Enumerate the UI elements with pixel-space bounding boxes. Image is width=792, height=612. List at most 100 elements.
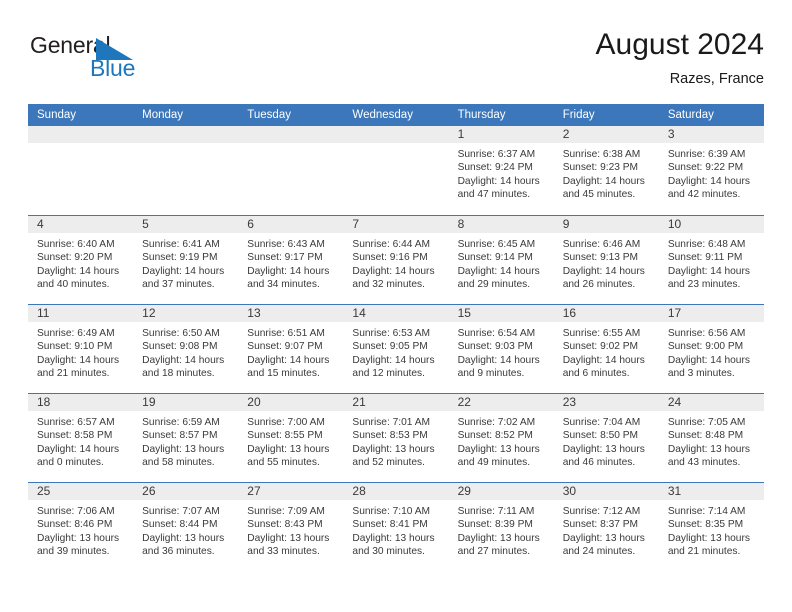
calendar-day-cell[interactable]: 24 Sunrise: 7:05 AM Sunset: 8:48 PM Dayligh… (658, 394, 764, 482)
calendar-day-cell[interactable]: 3 Sunrise: 6:39 AM Sunset: 9:22 PM Daylight… (658, 126, 764, 215)
day-number: 18 (37, 395, 51, 409)
daylight-duration-line1: Daylight: 14 hours (352, 354, 435, 366)
sunrise-time: Sunrise: 6:51 AM (247, 328, 325, 339)
sunrise-time: Sunrise: 7:02 AM (457, 417, 536, 428)
calendar-day-cell[interactable]: 12 Sunrise: 6:50 AM Sunset: 9:08 PM Dayligh… (133, 305, 239, 393)
day-number-band: 13 (238, 305, 344, 322)
day-number-band: 4 (28, 216, 134, 233)
day-details: Sunrise: 7:11 AM Sunset: 8:39 PM Daylight:… (449, 500, 554, 559)
calendar-day-cell[interactable]: 16 Sunrise: 6:55 AM Sunset: 9:02 PM Dayligh… (553, 305, 659, 393)
calendar-day-cell[interactable]: 17 Sunrise: 6:56 AM Sunset: 9:00 PM Dayligh… (658, 305, 764, 393)
day-number: 29 (457, 484, 471, 498)
calendar-day-cell[interactable]: 9 Sunrise: 6:46 AM Sunset: 9:13 PM Daylight… (553, 216, 659, 304)
daylight-duration-line2: and 47 minutes. (457, 189, 531, 201)
calendar-day-cell[interactable]: 13 Sunrise: 6:51 AM Sunset: 9:07 PM Dayligh… (238, 305, 344, 393)
calendar-day-cell[interactable]: 26 Sunrise: 7:07 AM Sunset: 8:44 PM Dayligh… (133, 483, 239, 571)
day-details: Sunrise: 7:06 AM Sunset: 8:46 PM Daylight:… (28, 500, 133, 559)
location-subtitle: Razes, France (669, 71, 764, 87)
calendar-day-cell[interactable]: 1 Sunrise: 6:37 AM Sunset: 9:24 PM Daylight… (448, 126, 554, 215)
sunset-time: Sunset: 9:13 PM (562, 252, 639, 264)
sunset-time: Sunset: 9:19 PM (142, 252, 218, 264)
daylight-duration-line1: Daylight: 14 hours (37, 265, 120, 277)
calendar-day-cell[interactable]: 28 Sunrise: 7:10 AM Sunset: 8:41 PM Dayligh… (343, 483, 449, 571)
sunrise-time: Sunrise: 6:43 AM (247, 239, 325, 250)
calendar-day-cell[interactable]: 2 Sunrise: 6:38 AM Sunset: 9:23 PM Daylight… (553, 126, 659, 215)
sunset-time: Sunset: 8:37 PM (562, 519, 639, 531)
weekday-header-row: Sunday Monday Tuesday Wednesday Thursday… (28, 104, 764, 126)
calendar-day-cell[interactable]: 31 Sunrise: 7:14 AM Sunset: 8:35 PM Dayligh… (658, 483, 764, 571)
sunrise-time: Sunrise: 6:56 AM (667, 328, 746, 339)
calendar-page: General Blue August 2024 Razes, France S… (0, 0, 792, 612)
day-details: Sunrise: 6:46 AM Sunset: 9:13 PM Daylight:… (554, 233, 659, 292)
calendar-day-cell[interactable]: 27 Sunrise: 7:09 AM Sunset: 8:43 PM Dayligh… (238, 483, 344, 571)
sunrise-time: Sunrise: 6:59 AM (142, 417, 220, 428)
calendar-day-cell[interactable]: 14 Sunrise: 6:53 AM Sunset: 9:05 PM Dayligh… (343, 305, 449, 393)
calendar-day-cell[interactable]: 4 Sunrise: 6:40 AM Sunset: 9:20 PM Daylight… (28, 216, 134, 304)
sunrise-time: Sunrise: 7:07 AM (142, 506, 220, 517)
calendar-day-cell[interactable]: 15 Sunrise: 6:54 AM Sunset: 9:03 PM Dayligh… (448, 305, 554, 393)
calendar-day-cell[interactable]: 21 Sunrise: 7:01 AM Sunset: 8:53 PM Dayligh… (343, 394, 449, 482)
day-details: Sunrise: 7:00 AM Sunset: 8:55 PM Daylight:… (238, 411, 343, 470)
day-number: 30 (562, 484, 577, 498)
calendar-week-row: 4 Sunrise: 6:40 AM Sunset: 9:20 PM Daylight… (28, 215, 764, 304)
day-number: 21 (352, 395, 366, 409)
day-details (343, 143, 448, 148)
daylight-duration-line1: Daylight: 13 hours (247, 532, 330, 544)
sunset-time: Sunset: 8:58 PM (37, 430, 113, 442)
sunrise-time: Sunrise: 6:57 AM (37, 417, 115, 428)
calendar-day-cell[interactable]: 25 Sunrise: 7:06 AM Sunset: 8:46 PM Dayligh… (28, 483, 134, 571)
sunset-time: Sunset: 8:50 PM (562, 430, 639, 442)
daylight-duration-line2: and 39 minutes. (37, 546, 110, 558)
sunrise-time: Sunrise: 7:05 AM (667, 417, 746, 428)
calendar-day-cell[interactable]: 29 Sunrise: 7:11 AM Sunset: 8:39 PM Dayligh… (448, 483, 554, 571)
daylight-duration-line1: Daylight: 14 hours (667, 265, 750, 277)
daylight-duration-line2: and 29 minutes. (457, 279, 531, 291)
calendar-day-cell[interactable]: 18 Sunrise: 6:57 AM Sunset: 8:58 PM Dayligh… (28, 394, 134, 482)
sunset-time: Sunset: 9:07 PM (247, 341, 323, 353)
day-number-band: 8 (448, 216, 554, 233)
day-details: Sunrise: 6:49 AM Sunset: 9:10 PM Daylight:… (28, 322, 133, 381)
day-details: Sunrise: 6:59 AM Sunset: 8:57 PM Daylight:… (133, 411, 238, 470)
daylight-duration-line2: and 21 minutes. (667, 546, 741, 558)
calendar-day-cell[interactable]: 10 Sunrise: 6:48 AM Sunset: 9:11 PM Dayligh… (658, 216, 764, 304)
day-number: 2 (562, 127, 570, 141)
calendar-day-cell[interactable]: 7 Sunrise: 6:44 AM Sunset: 9:16 PM Daylight… (343, 216, 449, 304)
daylight-duration-line1: Daylight: 13 hours (142, 532, 225, 544)
calendar-day-cell[interactable]: 11 Sunrise: 6:49 AM Sunset: 9:10 PM Dayligh… (28, 305, 134, 393)
day-details: Sunrise: 7:02 AM Sunset: 8:52 PM Daylight:… (449, 411, 554, 470)
daylight-duration-line2: and 6 minutes. (562, 368, 630, 380)
calendar-day-cell[interactable]: 6 Sunrise: 6:43 AM Sunset: 9:17 PM Daylight… (238, 216, 344, 304)
calendar-day-cell[interactable]: 20 Sunrise: 7:00 AM Sunset: 8:55 PM Dayligh… (238, 394, 344, 482)
calendar-day-cell[interactable]: 30 Sunrise: 7:12 AM Sunset: 8:37 PM Dayligh… (553, 483, 659, 571)
daylight-duration-line2: and 58 minutes. (142, 457, 215, 469)
calendar-day-cell[interactable]: 22 Sunrise: 7:02 AM Sunset: 8:52 PM Dayligh… (448, 394, 554, 482)
day-number: 17 (667, 306, 682, 320)
sunset-time: Sunset: 8:55 PM (247, 430, 323, 442)
day-details (133, 143, 238, 148)
calendar-day-cell[interactable]: 5 Sunrise: 6:41 AM Sunset: 9:19 PM Daylight… (133, 216, 239, 304)
daylight-duration-line2: and 49 minutes. (457, 457, 531, 469)
day-number-band: 3 (658, 126, 764, 143)
day-details: Sunrise: 6:50 AM Sunset: 9:08 PM Daylight:… (133, 322, 238, 381)
day-number-band: 9 (553, 216, 659, 233)
day-number-band: 26 (133, 483, 239, 500)
calendar-day-cell[interactable]: 23 Sunrise: 7:04 AM Sunset: 8:50 PM Dayligh… (553, 394, 659, 482)
sunset-time: Sunset: 9:02 PM (562, 341, 639, 353)
sunrise-time: Sunrise: 6:55 AM (562, 328, 641, 339)
daylight-duration-line2: and 12 minutes. (352, 368, 425, 380)
day-number-band: 31 (658, 483, 764, 500)
daylight-duration-line1: Daylight: 14 hours (352, 265, 435, 277)
sunrise-time: Sunrise: 7:14 AM (667, 506, 746, 517)
day-number: 9 (562, 217, 570, 231)
day-number: 11 (37, 306, 50, 320)
page-header: General Blue August 2024 Razes, France (28, 28, 764, 96)
day-number: 5 (142, 217, 149, 231)
calendar-day-cell[interactable]: 8 Sunrise: 6:45 AM Sunset: 9:14 PM Daylight… (448, 216, 554, 304)
calendar-day-cell[interactable]: 19 Sunrise: 6:59 AM Sunset: 8:57 PM Dayligh… (133, 394, 239, 482)
sunset-time: Sunset: 8:35 PM (667, 519, 744, 531)
general-blue-logo[interactable]: General Blue (30, 32, 150, 88)
day-number-band: 16 (553, 305, 659, 322)
daylight-duration-line2: and 9 minutes. (457, 368, 525, 380)
day-number: 26 (142, 484, 156, 498)
day-number: 12 (142, 306, 156, 320)
